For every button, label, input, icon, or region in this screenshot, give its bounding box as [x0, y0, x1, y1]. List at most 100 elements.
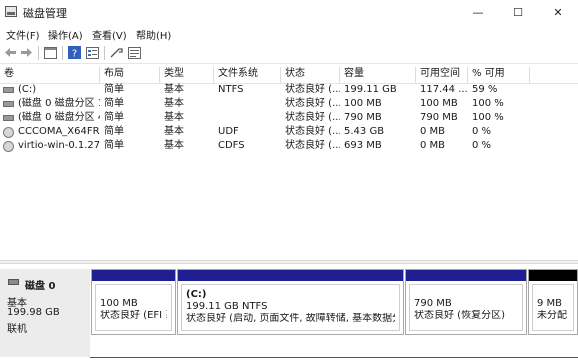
disk-icon	[8, 279, 19, 285]
partition-bar	[92, 270, 175, 281]
partition-size: 9 MB	[537, 298, 563, 309]
volume-percent-free: 0 %	[472, 126, 492, 137]
partition-status: 状态良好 (EFI 系统分区)	[100, 310, 167, 321]
volume-free-space: 100 MB	[420, 98, 458, 109]
volume-capacity: 199.11 GB	[344, 84, 397, 95]
disk-size: 199.98 GB	[7, 307, 60, 318]
settings-list-icon[interactable]	[127, 45, 142, 60]
volume-capacity: 5.43 GB	[344, 126, 385, 137]
volume-row[interactable]: (磁盘 0 磁盘分区 1) 简单 基本 状态良好 (... 100 MB 100…	[0, 97, 578, 111]
drive-icon	[3, 115, 14, 121]
volume-percent-free: 0 %	[472, 140, 492, 151]
volume-capacity: 693 MB	[344, 140, 382, 151]
partition-recovery[interactable]: 790 MB 状态良好 (恢复分区)	[405, 269, 527, 335]
volume-row[interactable]: (C:) 简单 基本 NTFS 状态良好 (... 199.11 GB 117.…	[0, 83, 578, 97]
volume-status: 状态良好 (...	[285, 126, 340, 137]
close-button[interactable]: ✕	[538, 0, 578, 24]
partition-status: 状态良好 (恢复分区)	[414, 310, 505, 321]
volume-capacity: 100 MB	[344, 98, 382, 109]
maximize-button[interactable]: ☐	[498, 0, 538, 24]
partition-efi[interactable]: 100 MB 状态良好 (EFI 系统分区)	[91, 269, 176, 335]
drive-icon	[3, 87, 14, 93]
partition-size: 100 MB	[100, 298, 138, 309]
volume-layout: 简单	[104, 126, 124, 137]
toolbar: ?	[0, 42, 578, 64]
volume-type: 基本	[164, 98, 184, 109]
title-bar: 磁盘管理 — ☐ ✕	[0, 0, 578, 24]
volume-name: (C:)	[18, 84, 37, 95]
forward-arrow-icon[interactable]	[19, 45, 34, 60]
partition-bar	[406, 270, 526, 281]
column-header-free-space[interactable]: 可用空间	[416, 67, 468, 83]
volume-status: 状态良好 (...	[285, 98, 340, 109]
volume-free-space: 117.44 ...	[420, 84, 468, 95]
toolbar-separator	[62, 46, 63, 60]
volume-status: 状态良好 (...	[285, 84, 340, 95]
toolbar-separator	[104, 46, 105, 60]
back-arrow-icon[interactable]	[3, 45, 18, 60]
volume-list: 卷 布局 类型 文件系统 状态 容量 可用空间 % 可用 (C:) 简单 基本 …	[0, 64, 578, 260]
column-header-layout[interactable]: 布局	[100, 67, 160, 83]
volume-free-space: 0 MB	[420, 140, 446, 151]
volume-percent-free: 59 %	[472, 84, 498, 95]
column-header-type[interactable]: 类型	[160, 67, 214, 83]
disk-name: 磁盘 0	[25, 281, 56, 292]
column-header-filesystem[interactable]: 文件系统	[214, 67, 281, 83]
volume-layout: 简单	[104, 112, 124, 123]
partition-unallocated[interactable]: 9 MB 未分配	[528, 269, 578, 335]
volume-layout: 简单	[104, 98, 124, 109]
volume-status: 状态良好 (...	[285, 112, 340, 123]
drive-icon	[3, 101, 14, 107]
partition-status: 状态良好 (启动, 页面文件, 故障转储, 基本数据分区)	[186, 313, 395, 324]
volume-name: CCCOMA_X64FR...	[18, 126, 100, 137]
partition-bar	[178, 270, 403, 281]
svg-text:?: ?	[72, 49, 77, 60]
volume-filesystem: CDFS	[218, 140, 245, 151]
volume-type: 基本	[164, 140, 184, 151]
cd-icon	[3, 141, 14, 152]
volume-filesystem: UDF	[218, 126, 239, 137]
window-title: 磁盘管理	[23, 7, 67, 20]
menu-file[interactable]: 文件(F)	[6, 27, 40, 42]
column-header-percent-free[interactable]: % 可用	[468, 67, 530, 83]
volume-percent-free: 100 %	[472, 112, 504, 123]
disk-graph-view: 磁盘 0 基本 199.98 GB 联机 100 MB 状态良好 (EFI 系统…	[0, 264, 578, 363]
properties-icon[interactable]	[85, 45, 100, 60]
next-disk-strip	[90, 357, 578, 363]
volume-row[interactable]: virtio-win-0.1.27... 简单 基本 CDFS 状态良好 (..…	[0, 139, 578, 153]
disk-management-app-icon	[5, 6, 17, 17]
menu-view[interactable]: 查看(V)	[92, 27, 127, 42]
disk-0-label[interactable]: 磁盘 0 基本 199.98 GB 联机	[0, 269, 90, 357]
help-icon[interactable]: ?	[67, 45, 82, 60]
cd-icon	[3, 127, 14, 138]
column-header-capacity[interactable]: 容量	[340, 67, 416, 83]
partition-status: 未分配	[537, 310, 567, 321]
volume-name: virtio-win-0.1.27...	[18, 140, 100, 151]
partition-size: 790 MB	[414, 298, 452, 309]
partition-c-drive[interactable]: (C:) 199.11 GB NTFS 状态良好 (启动, 页面文件, 故障转储…	[177, 269, 404, 335]
toolbar-separator	[38, 46, 39, 60]
volume-type: 基本	[164, 126, 184, 137]
volume-row[interactable]: CCCOMA_X64FR... 简单 基本 UDF 状态良好 (... 5.43…	[0, 125, 578, 139]
column-header-volume[interactable]: 卷	[0, 67, 100, 83]
volume-layout: 简单	[104, 84, 124, 95]
partition-size: 199.11 GB NTFS	[186, 301, 268, 312]
console-tree-icon[interactable]	[43, 45, 58, 60]
volume-filesystem: NTFS	[218, 84, 244, 95]
volume-free-space: 790 MB	[420, 112, 458, 123]
menu-action[interactable]: 操作(A)	[48, 27, 83, 42]
volume-free-space: 0 MB	[420, 126, 446, 137]
disk-state: 联机	[7, 324, 27, 335]
volume-type: 基本	[164, 84, 184, 95]
volume-type: 基本	[164, 112, 184, 123]
volume-layout: 简单	[104, 140, 124, 151]
volume-status: 状态良好 (...	[285, 140, 340, 151]
menu-help[interactable]: 帮助(H)	[136, 27, 171, 42]
volume-row[interactable]: (磁盘 0 磁盘分区 4) 简单 基本 状态良好 (... 790 MB 790…	[0, 111, 578, 125]
volume-name: (磁盘 0 磁盘分区 4)	[18, 112, 100, 123]
column-header-status[interactable]: 状态	[281, 67, 340, 83]
partition-bar	[529, 270, 577, 281]
minimize-button[interactable]: —	[458, 0, 498, 24]
menu-bar: 文件(F) 操作(A) 查看(V) 帮助(H)	[0, 24, 578, 42]
connect-icon[interactable]	[109, 45, 124, 60]
